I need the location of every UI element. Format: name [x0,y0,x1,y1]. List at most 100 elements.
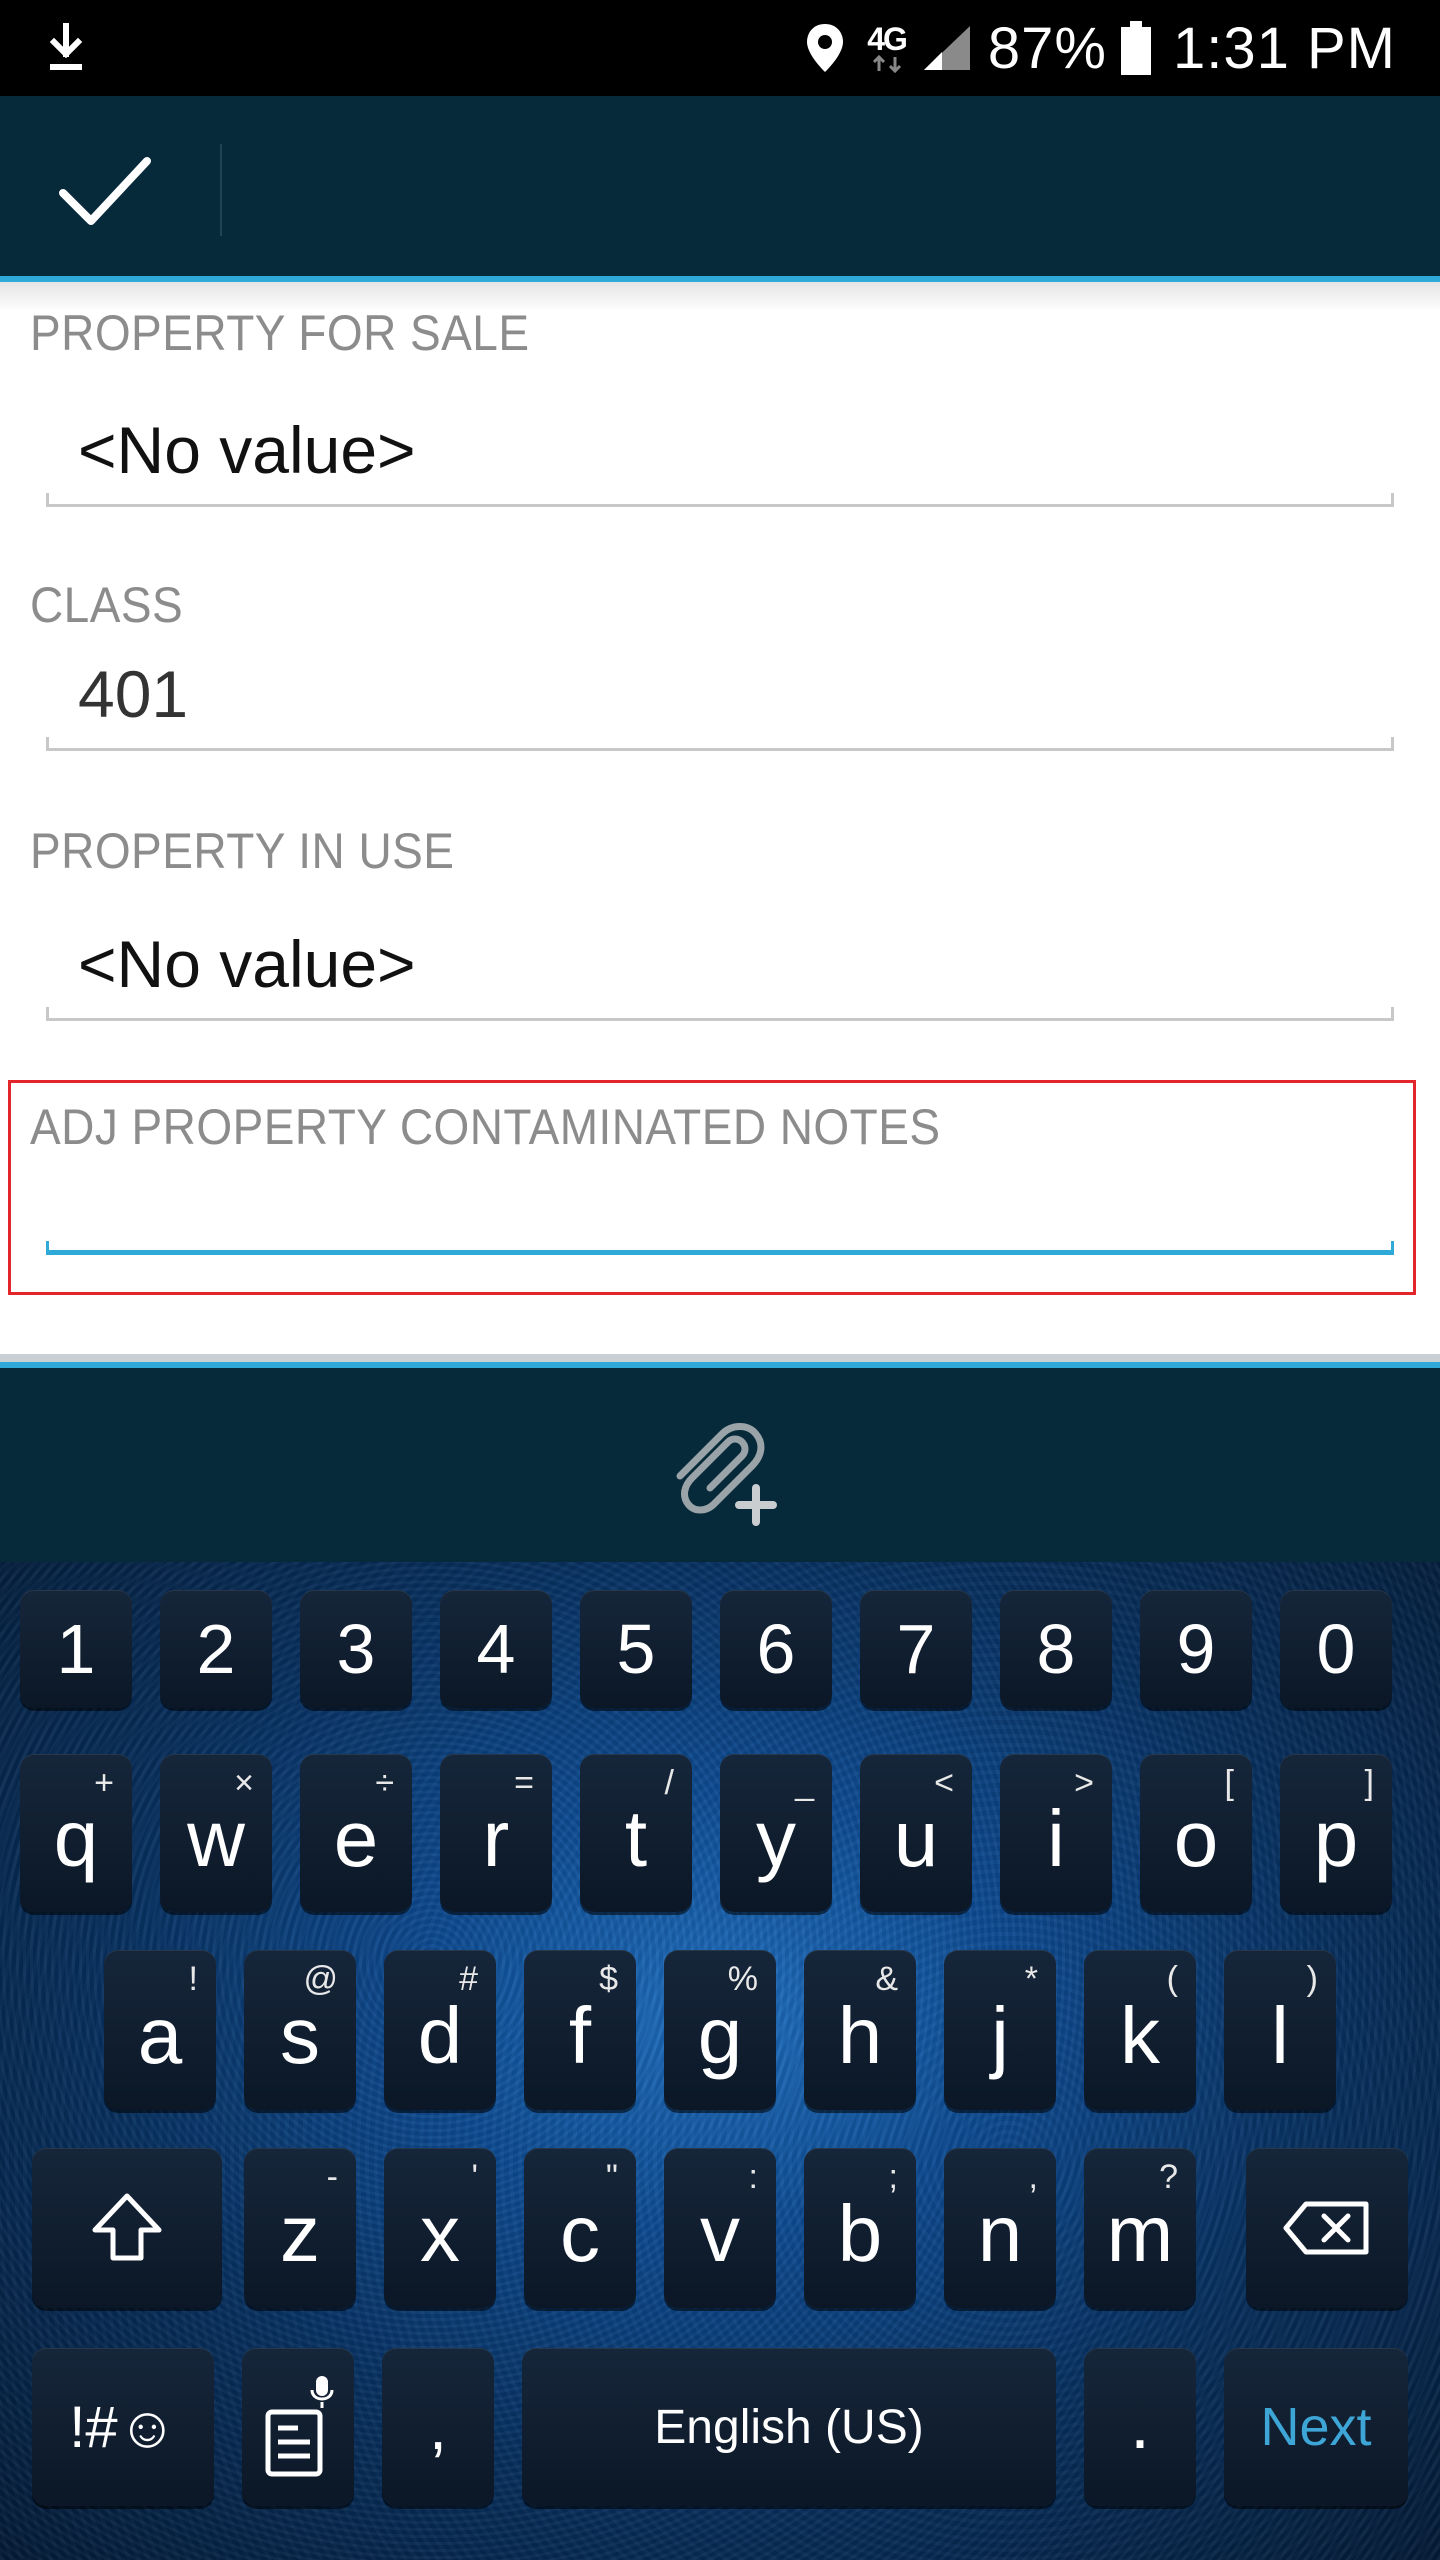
app-bar [0,96,1440,282]
shift-icon [92,2193,162,2261]
key-0[interactable]: 0 [1280,1590,1392,1708]
key-secondary-label: * [1024,1960,1038,1998]
key-secondary-label: × [234,1764,254,1802]
key-label: 6 [756,1610,796,1688]
key-y[interactable]: _ y [720,1754,832,1912]
focus-highlight-box [8,1080,1416,1295]
key-label: 1 [56,1610,96,1688]
key-label: 9 [1176,1610,1216,1688]
key-label: l [1271,1991,1289,2080]
key-label: j [991,1991,1009,2080]
key-j[interactable]: * j [944,1950,1056,2110]
key-7[interactable]: 7 [860,1590,972,1708]
key-secondary-label: ? [1159,2158,1178,2196]
key-label: . [1129,2384,1150,2464]
backspace-key[interactable] [1246,2148,1408,2308]
key-secondary-label: , [1028,2158,1038,2196]
key-label: f [568,1991,592,2080]
field-value[interactable]: 401 [78,656,188,732]
field-property-in-use[interactable]: PROPERTY IN USE <No value> [0,804,1440,1034]
period-key[interactable]: . [1084,2348,1196,2506]
key-label: x [420,2189,460,2278]
data-arrows-icon [872,55,901,73]
next-key[interactable]: Next [1224,2348,1408,2506]
key-z[interactable]: -z [244,2148,356,2308]
confirm-button[interactable] [40,136,170,246]
key-label: r [482,1794,510,1883]
field-label: PROPERTY IN USE [30,823,455,879]
key-label: 5 [616,1610,656,1688]
download-icon [49,23,83,70]
field-underline [46,1007,1394,1021]
network-type: 4G [867,21,908,57]
key-secondary-label: : [748,2158,758,2196]
key-s[interactable]: @ s [244,1950,356,2110]
space-key[interactable]: English (US) [522,2348,1056,2506]
key-secondary-label: ' [471,2158,479,2196]
key-2[interactable]: 2 [160,1590,272,1708]
key-secondary-label: ! [188,1960,198,1998]
clock: 1:31 PM [1173,15,1396,81]
shift-key[interactable] [32,2148,222,2308]
key-label: 4 [476,1610,516,1688]
key-1[interactable]: 1 [20,1590,132,1708]
field-property-for-sale[interactable]: PROPERTY FOR SALE <No value> [0,282,1440,512]
key-f[interactable]: $ f [524,1950,636,2110]
key-n[interactable]: ,n [944,2148,1056,2308]
key-4[interactable]: 4 [440,1590,552,1708]
key-d[interactable]: # d [384,1950,496,2110]
key-c[interactable]: " c [524,2148,636,2308]
key-label: a [137,1991,183,2080]
field-value[interactable]: <No value> [78,926,416,1002]
key-k[interactable]: (k [1084,1950,1196,2110]
key-secondary-label: + [94,1764,114,1802]
key-8[interactable]: 8 [1000,1590,1112,1708]
key-r[interactable]: = r [440,1754,552,1912]
key-secondary-label: / [664,1764,674,1802]
key-label: h [837,1991,883,2080]
key-w[interactable]: × w [160,1754,272,1912]
key-secondary-label: " [605,2158,618,2196]
key-q[interactable]: + q [20,1754,132,1912]
signal-icon [923,26,970,70]
key-v[interactable]: :v [664,2148,776,2308]
key-secondary-label: ÷ [375,1764,394,1802]
key-label: English (US) [654,2400,924,2454]
status-bar: 4G 87% 1:31 PM [0,0,1440,96]
key-label: !#☺ [69,2394,177,2460]
key-6[interactable]: 6 [720,1590,832,1708]
key-3[interactable]: 3 [300,1590,412,1708]
key-u[interactable]: < u [860,1754,972,1912]
voice-clipboard-key[interactable] [242,2348,354,2506]
field-class[interactable]: CLASS 401 [0,558,1440,758]
key-l[interactable]: ) l [1224,1950,1336,2110]
key-i[interactable]: > i [1000,1754,1112,1912]
key-h[interactable]: & h [804,1950,916,2110]
key-label: Next [1260,2397,1372,2457]
key-9[interactable]: 9 [1140,1590,1252,1708]
key-e[interactable]: ÷ e [300,1754,412,1912]
key-secondary-label: & [875,1960,898,1998]
key-p[interactable]: ] p [1280,1754,1392,1912]
key-label: 8 [1036,1610,1076,1688]
key-a[interactable]: ! a [104,1950,216,2110]
key-label: q [53,1794,99,1883]
key-5[interactable]: 5 [580,1590,692,1708]
toolbar-divider [220,144,222,236]
key-secondary-label: # [459,1960,478,1998]
key-label: m [1106,2189,1174,2278]
key-x[interactable]: ' x [384,2148,496,2308]
key-g[interactable]: % g [664,1950,776,2110]
paperclip-add-icon[interactable] [660,1406,780,1526]
separator [0,1354,1440,1362]
battery-icon [1121,21,1151,75]
field-label: PROPERTY FOR SALE [30,305,530,361]
key-m[interactable]: ? m [1084,2148,1196,2308]
key-b[interactable]: ; b [804,2148,916,2308]
key-o[interactable]: [o [1140,1754,1252,1912]
field-value[interactable]: <No value> [78,412,416,488]
comma-key[interactable]: , [382,2348,494,2506]
symbols-key[interactable]: !#☺ [32,2348,214,2506]
key-secondary-label: = [514,1764,534,1802]
key-t[interactable]: / t [580,1754,692,1912]
